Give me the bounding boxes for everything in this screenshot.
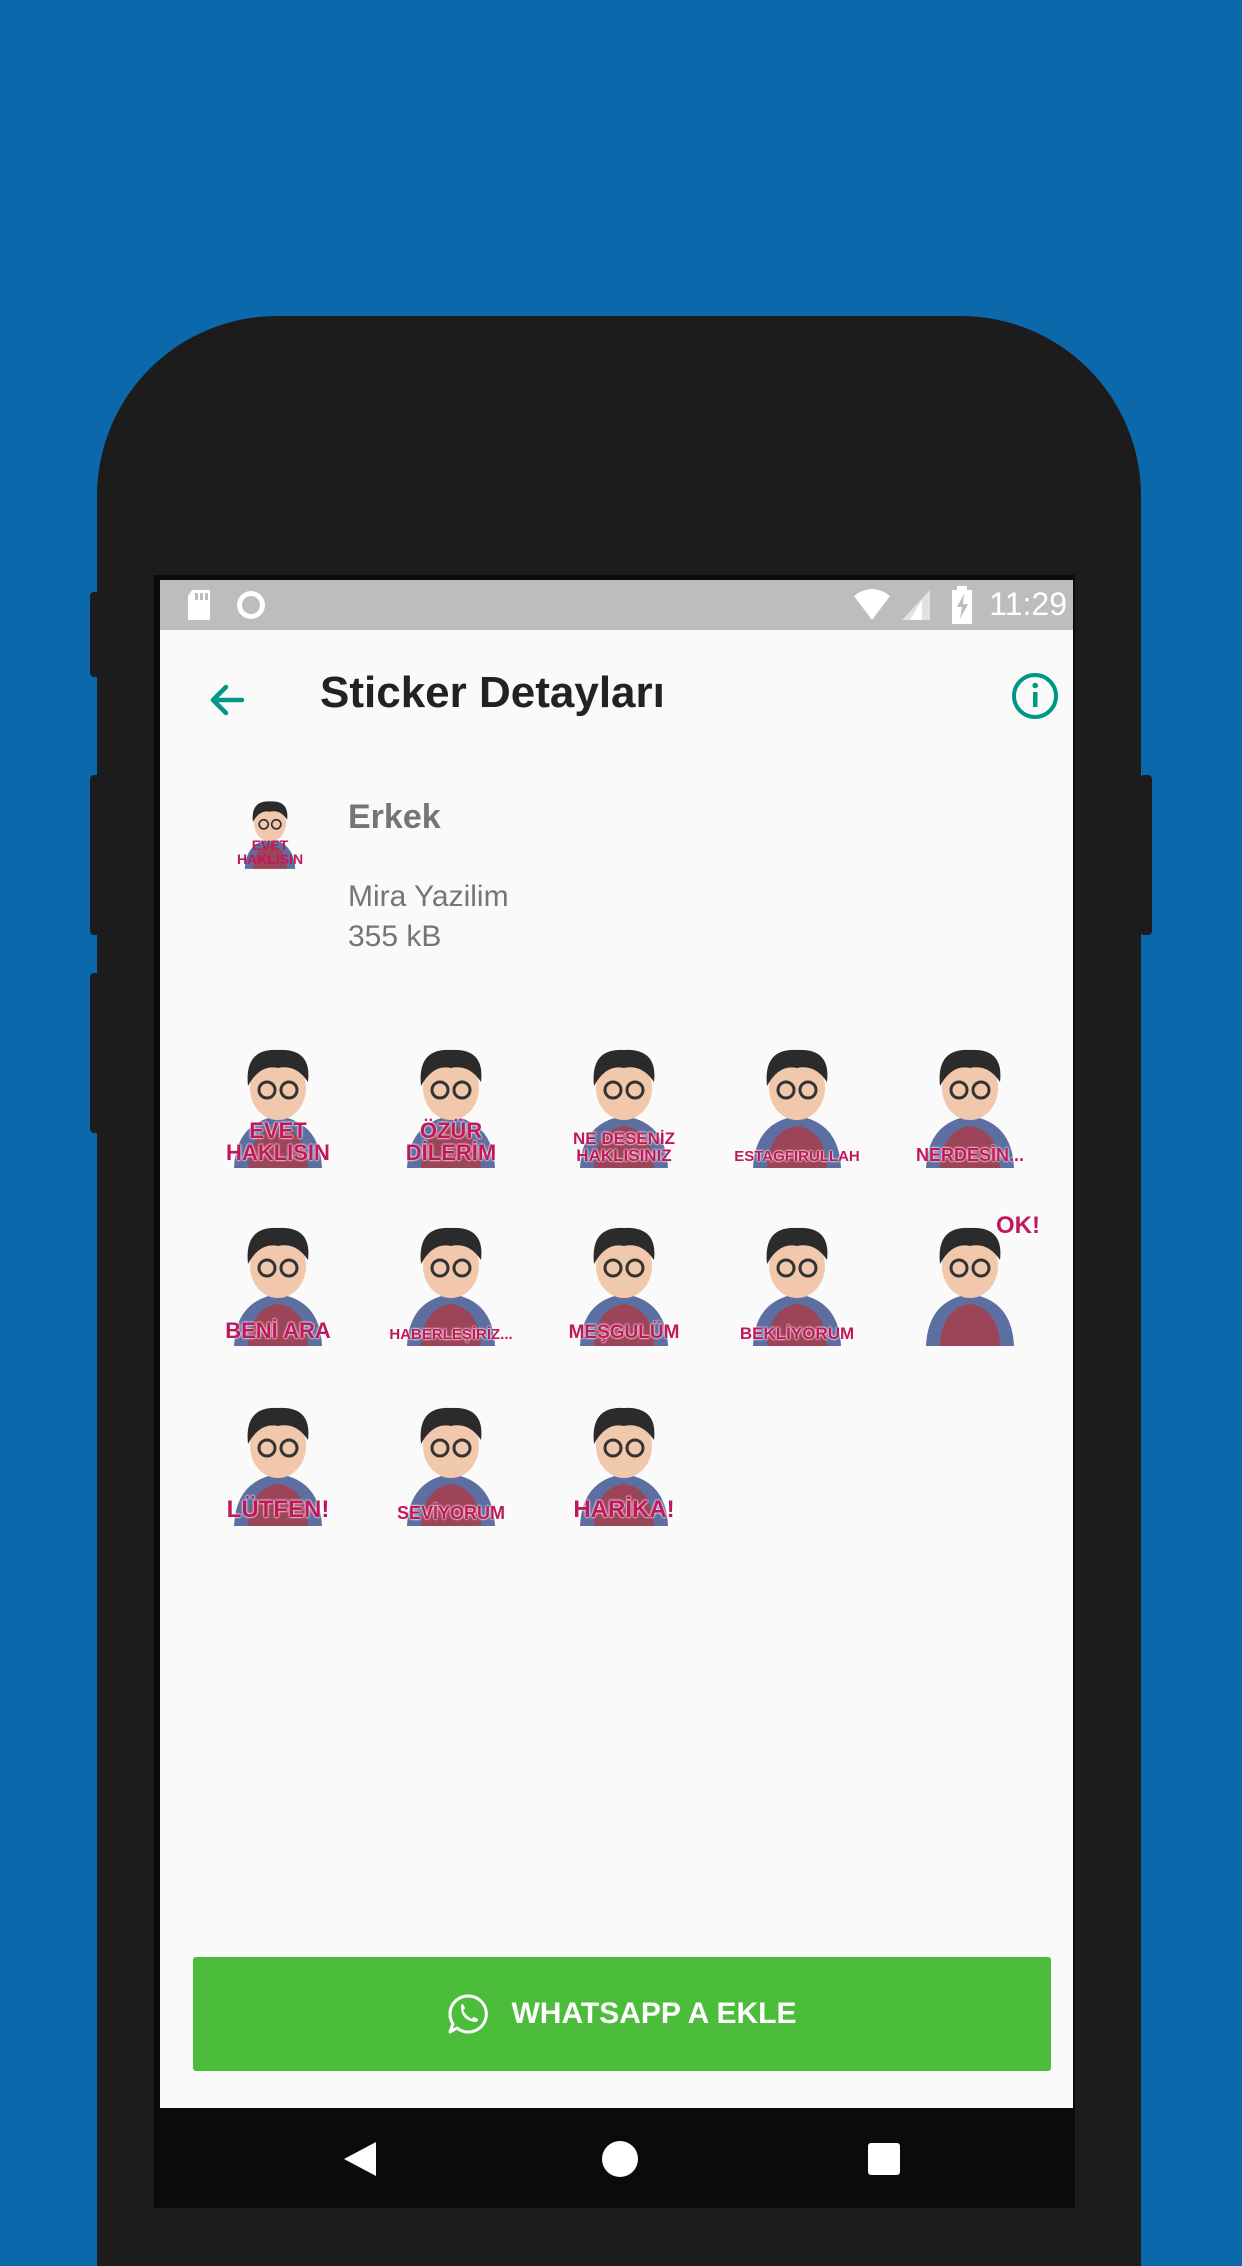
sticker-caption: NE DESENİZ HAKLISINIZ bbox=[572, 1129, 676, 1165]
pack-size: 355 kB bbox=[348, 920, 442, 953]
sticker-caption: HARİKA! bbox=[573, 1496, 675, 1523]
sync-icon bbox=[237, 591, 265, 619]
pack-name: Erkek bbox=[348, 798, 441, 836]
sticker-caption: SEVİYORUM bbox=[396, 1503, 506, 1523]
toolbar: Sticker Detayları bbox=[160, 630, 1073, 760]
battery-charging-icon bbox=[952, 586, 972, 624]
sticker-item[interactable]: BEKLİYORUM bbox=[727, 1208, 867, 1348]
page-title: Sticker Detayları bbox=[320, 668, 665, 717]
sticker-item[interactable]: HABERLEŞİRİZ... bbox=[381, 1208, 521, 1348]
sticker-caption: HABERLEŞİRİZ... bbox=[389, 1326, 513, 1343]
status-bar: 11:29 bbox=[160, 580, 1073, 630]
info-button[interactable] bbox=[1005, 666, 1065, 726]
tray-caption: EVET HAKLISIN bbox=[236, 837, 304, 867]
sticker-caption: MEŞGULÜM bbox=[568, 1322, 680, 1343]
sticker-caption: ÖZÜR DİLERİM bbox=[405, 1118, 497, 1165]
add-button-label: WHATSAPP A EKLE bbox=[511, 1997, 797, 2030]
sticker-item[interactable]: NE DESENİZ HAKLISINIZ bbox=[554, 1030, 694, 1170]
sticker-item[interactable]: EVET HAKLISIN bbox=[208, 1030, 348, 1170]
cell-signal-icon bbox=[902, 590, 930, 620]
sticker-caption: ESTAGFIRULLAH bbox=[734, 1148, 860, 1165]
sticker-item[interactable]: NERDESİN... bbox=[900, 1030, 1040, 1170]
phone-side-button bbox=[90, 592, 100, 677]
sticker-caption: BENİ ARA bbox=[225, 1318, 331, 1343]
sticker-item[interactable]: ESTAGFIRULLAH bbox=[727, 1030, 867, 1170]
wifi-icon bbox=[854, 589, 890, 620]
nav-back-icon[interactable] bbox=[342, 2140, 378, 2178]
app-screen: Sticker Detayları EVET HAKLISIN Erkek Mi… bbox=[160, 630, 1073, 2108]
sticker-item[interactable]: SEVİYORUM bbox=[381, 1388, 521, 1528]
info-circle-icon bbox=[1012, 673, 1058, 719]
sticker-caption: EVET HAKLISIN bbox=[226, 1118, 330, 1165]
sticker-item[interactable]: MEŞGULÜM bbox=[554, 1208, 694, 1348]
sticker-item[interactable]: ÖZÜR DİLERİM bbox=[381, 1030, 521, 1170]
tray-icon: EVET HAKLISIN bbox=[230, 790, 310, 870]
back-button[interactable] bbox=[198, 670, 258, 730]
sticker-caption: OK! bbox=[996, 1212, 1040, 1239]
sticker-item[interactable]: LÜTFEN! bbox=[208, 1388, 348, 1528]
phone-side-button bbox=[90, 973, 100, 1133]
pack-publisher: Mira Yazilim bbox=[348, 880, 509, 913]
add-to-whatsapp-button[interactable]: WHATSAPP A EKLE bbox=[193, 1957, 1051, 2071]
whatsapp-icon bbox=[448, 1994, 489, 2034]
nav-recents-icon[interactable] bbox=[867, 2142, 901, 2176]
nav-home-icon[interactable] bbox=[601, 2140, 639, 2178]
sd-card-icon bbox=[188, 590, 210, 620]
sticker-item[interactable]: BENİ ARA bbox=[208, 1208, 348, 1348]
sticker-item[interactable]: OK! bbox=[900, 1208, 1040, 1348]
navigation-bar bbox=[154, 2108, 1075, 2208]
phone-side-button bbox=[90, 775, 100, 935]
sticker-caption: BEKLİYORUM bbox=[739, 1324, 855, 1343]
phone-side-button bbox=[1140, 775, 1152, 935]
arrow-left-icon bbox=[210, 684, 245, 716]
sticker-caption: NERDESİN... bbox=[915, 1145, 1025, 1165]
sticker-caption: LÜTFEN! bbox=[226, 1496, 330, 1523]
sticker-item[interactable]: HARİKA! bbox=[554, 1388, 694, 1528]
status-time: 11:29 bbox=[989, 586, 1067, 622]
